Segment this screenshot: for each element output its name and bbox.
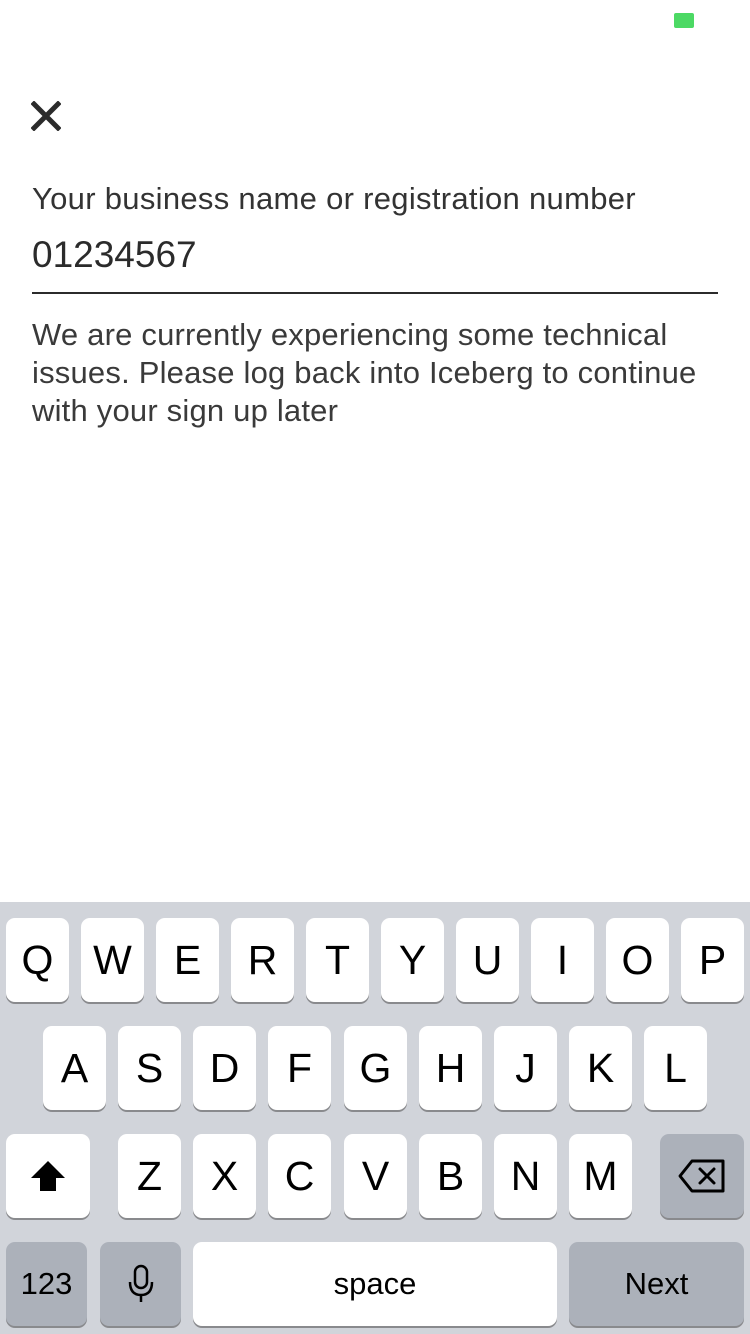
key-w[interactable]: W	[81, 918, 144, 1002]
key-z[interactable]: Z	[118, 1134, 181, 1218]
key-e[interactable]: E	[156, 918, 219, 1002]
key-q[interactable]: Q	[6, 918, 69, 1002]
shift-key[interactable]	[6, 1134, 90, 1218]
close-button[interactable]	[26, 96, 66, 136]
key-n[interactable]: N	[494, 1134, 557, 1218]
keyboard-row-4: 123 space Next	[0, 1242, 750, 1326]
close-icon	[31, 101, 61, 131]
key-o[interactable]: O	[606, 918, 669, 1002]
battery-icon	[674, 13, 694, 28]
key-j[interactable]: J	[494, 1026, 557, 1110]
key-k[interactable]: K	[569, 1026, 632, 1110]
key-y[interactable]: Y	[381, 918, 444, 1002]
key-a[interactable]: A	[43, 1026, 106, 1110]
business-form: Your business name or registration numbe…	[32, 178, 718, 430]
key-t[interactable]: T	[306, 918, 369, 1002]
backspace-key[interactable]	[660, 1134, 744, 1218]
numbers-key[interactable]: 123	[6, 1242, 87, 1326]
dictation-key[interactable]	[100, 1242, 181, 1326]
key-d[interactable]: D	[193, 1026, 256, 1110]
key-x[interactable]: X	[193, 1134, 256, 1218]
key-v[interactable]: V	[344, 1134, 407, 1218]
keyboard-row-3: Z X C V B N M	[0, 1134, 750, 1218]
space-key[interactable]: space	[193, 1242, 557, 1326]
key-c[interactable]: C	[268, 1134, 331, 1218]
business-name-input[interactable]	[32, 230, 718, 294]
key-h[interactable]: H	[419, 1026, 482, 1110]
keyboard-row-2: A S D F G H J K L	[0, 1026, 750, 1110]
next-key[interactable]: Next	[569, 1242, 744, 1326]
key-u[interactable]: U	[456, 918, 519, 1002]
key-i[interactable]: I	[531, 918, 594, 1002]
status-bar	[0, 0, 750, 40]
microphone-icon	[128, 1264, 153, 1302]
onscreen-keyboard: Q W E R T Y U I O P A S D F G H J K L Z …	[0, 902, 750, 1334]
key-b[interactable]: B	[419, 1134, 482, 1218]
key-f[interactable]: F	[268, 1026, 331, 1110]
business-field-label: Your business name or registration numbe…	[32, 181, 636, 216]
keyboard-row-1: Q W E R T Y U I O P	[0, 918, 750, 1002]
backspace-icon	[678, 1159, 725, 1193]
page: Your business name or registration numbe…	[0, 0, 750, 1334]
key-l[interactable]: L	[644, 1026, 707, 1110]
key-s[interactable]: S	[118, 1026, 181, 1110]
error-message: We are currently experiencing some techn…	[32, 317, 697, 428]
key-g[interactable]: G	[344, 1026, 407, 1110]
key-r[interactable]: R	[231, 918, 294, 1002]
shift-icon	[31, 1161, 65, 1191]
key-p[interactable]: P	[681, 918, 744, 1002]
key-m[interactable]: M	[569, 1134, 632, 1218]
